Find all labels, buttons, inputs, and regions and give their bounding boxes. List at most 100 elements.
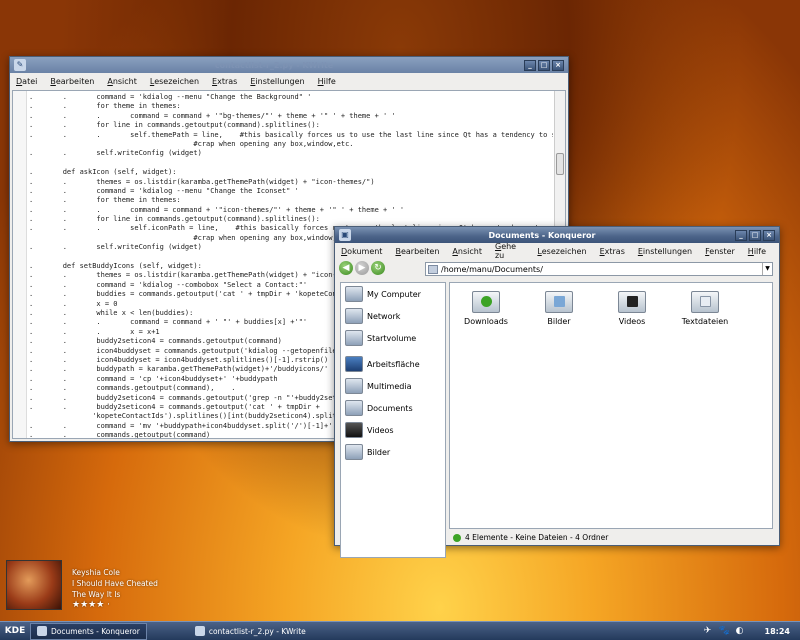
code-line[interactable]: . . . command = command + '"bg-themes/"'… [29,112,553,121]
sidebar-item-my-computer[interactable]: My Computer [341,283,445,305]
file-view[interactable]: Downloads Bilder Videos Textdateien [449,282,773,529]
album-title: The Way It Is [72,590,121,599]
now-playing-widget[interactable]: Keyshia Cole I Should Have Cheated The W… [6,560,166,616]
status-led-icon [453,533,461,542]
menu-datei[interactable]: Datei [16,77,37,86]
konqueror-app-icon: ▣ [339,229,351,241]
location-bar[interactable]: /home/manu/Documents/ ▼ [425,262,773,276]
statusbar: 4 Elemente - Keine Dateien - 4 Ordner [449,531,773,544]
sidebar-item-bilder[interactable]: Bilder [341,441,445,463]
sidebar-item-network[interactable]: Network [341,305,445,327]
menu-extras[interactable]: Extras [212,77,237,86]
kwrite-titlebar[interactable]: ✎ contactlist-r_2.py - KWrite _ □ × [10,57,568,73]
close-button[interactable]: × [552,59,564,71]
documents-folder-icon [345,400,363,416]
code-line[interactable]: . . . self.themePath = line, #this basic… [29,131,553,140]
menu-einstellungen[interactable]: Einstellungen [638,247,692,256]
kwrite-menubar: Datei Bearbeiten Ansicht Lesezeichen Ext… [10,73,568,89]
code-line[interactable]: . . command = 'kdialog --menu "Change th… [29,187,553,196]
menu-bearbeiten[interactable]: Bearbeiten [395,247,439,256]
konqueror-task-icon [37,626,47,636]
kwrite-task-icon [194,626,205,636]
paw-icon[interactable]: 🐾 [719,626,730,636]
location-path: /home/manu/Documents/ [441,264,543,274]
pictures-folder-icon [545,291,573,313]
folder-downloads[interactable]: Downloads [456,291,516,326]
menu-lesezeichen[interactable]: Lesezeichen [537,247,586,256]
menu-ansicht[interactable]: Ansicht [452,247,482,256]
code-line[interactable]: . . command = 'kdialog --menu "Change th… [29,93,553,102]
network-icon [345,308,363,324]
konqueror-title: Documents - Konqueror [488,230,596,240]
menu-ansicht[interactable]: Ansicht [107,77,137,86]
downloads-folder-icon [472,291,500,313]
videos-folder-icon [618,291,646,313]
scrollbar-thumb[interactable] [556,153,564,175]
system-tray: ✈ 🐾 ◐ 18:24 [703,622,800,640]
menu-hilfe[interactable]: Hilfe [748,247,766,256]
code-line[interactable]: . . themes = os.listdir(karamba.getTheme… [29,178,553,187]
audio-icon[interactable]: ◐ [735,626,745,636]
menu-fenster[interactable]: Fenster [705,247,735,256]
menu-dokument[interactable]: Dokument [341,247,382,256]
desktop-icon [345,356,363,372]
album-cover [6,560,62,610]
clock[interactable]: 18:24 [765,627,790,636]
sidebar-item-multimedia[interactable]: Multimedia [341,375,445,397]
folder-textdateien[interactable]: Textdateien [675,291,735,326]
rating-stars[interactable]: ★★★★ · [72,600,110,610]
back-icon[interactable]: ◀ [339,261,353,275]
menu-einstellungen[interactable]: Einstellungen [250,77,304,86]
code-line[interactable]: . def askIcon (self, widget): [29,168,553,177]
folder-videos[interactable]: Videos [602,291,662,326]
text-folder-icon [691,291,719,313]
reload-icon[interactable]: ↻ [371,261,385,275]
menu-gehe-zu[interactable]: Gehe zu [495,242,524,260]
menu-hilfe[interactable]: Hilfe [318,77,336,86]
kde-menu-button[interactable]: KDE [0,626,30,636]
videos-folder-icon [345,422,363,438]
menu-bearbeiten[interactable]: Bearbeiten [50,77,94,86]
minimize-button[interactable]: _ [524,59,536,71]
multimedia-folder-icon [345,378,363,394]
artist-name: Keyshia Cole [72,568,120,577]
computer-icon [345,286,363,302]
drive-icon [345,330,363,346]
close-button[interactable]: × [763,229,775,241]
forward-icon[interactable]: ▶ [355,261,369,275]
menu-extras[interactable]: Extras [600,247,625,256]
code-line[interactable]: . . for line in commands.getoutput(comma… [29,121,553,130]
konqueror-titlebar[interactable]: ▣ Documents - Konqueror _ □ × [335,227,779,243]
folder-bilder[interactable]: Bilder [529,291,589,326]
task-kwrite[interactable]: contactlist-r_2.py - KWrite [189,623,312,640]
code-line[interactable]: . . . command = command + '"icon-themes/… [29,206,553,215]
task-konqueror[interactable]: Documents - Konqueror [30,622,147,640]
code-line[interactable] [29,159,553,168]
folder-icon [428,264,438,274]
code-line[interactable]: . . for line in commands.getoutput(comma… [29,215,553,224]
maximize-button[interactable]: □ [538,59,550,71]
pictures-folder-icon [345,444,363,460]
kwrite-title: contactlist-r_2.py - KWrite [214,60,334,70]
minimize-button[interactable]: _ [735,229,747,241]
code-line[interactable]: . . for theme in themes: [29,102,553,111]
sidebar-item-videos[interactable]: Videos [341,419,445,441]
menu-lesezeichen[interactable]: Lesezeichen [150,77,199,86]
kwrite-app-icon: ✎ [14,59,26,71]
tools-icon[interactable]: ✈ [703,626,713,636]
location-dropdown-icon[interactable]: ▼ [762,263,772,275]
konqueror-window[interactable]: ▣ Documents - Konqueror _ □ × Dokument B… [334,226,780,558]
sidebar-item-desktop[interactable]: Arbeitsfläche [341,353,445,375]
taskbar: KDE Documents - Konqueror contactlist-r_… [0,621,800,640]
fold-gutter[interactable] [13,91,27,438]
places-sidebar: My Computer Network Startvolume Arbeitsf… [340,282,446,558]
konqueror-menubar: Dokument Bearbeiten Ansicht Gehe zu Lese… [335,242,779,260]
maximize-button[interactable]: □ [749,229,761,241]
track-title: I Should Have Cheated [72,579,158,588]
sidebar-item-startvolume[interactable]: Startvolume [341,327,445,349]
status-text: 4 Elemente - Keine Dateien - 4 Ordner [465,533,609,542]
code-line[interactable]: . . for theme in themes: [29,196,553,205]
code-line[interactable]: . . self.writeConfig (widget) [29,149,553,158]
sidebar-item-documents[interactable]: Documents [341,397,445,419]
code-line[interactable]: #crap when opening any box,window,etc. [29,140,553,149]
